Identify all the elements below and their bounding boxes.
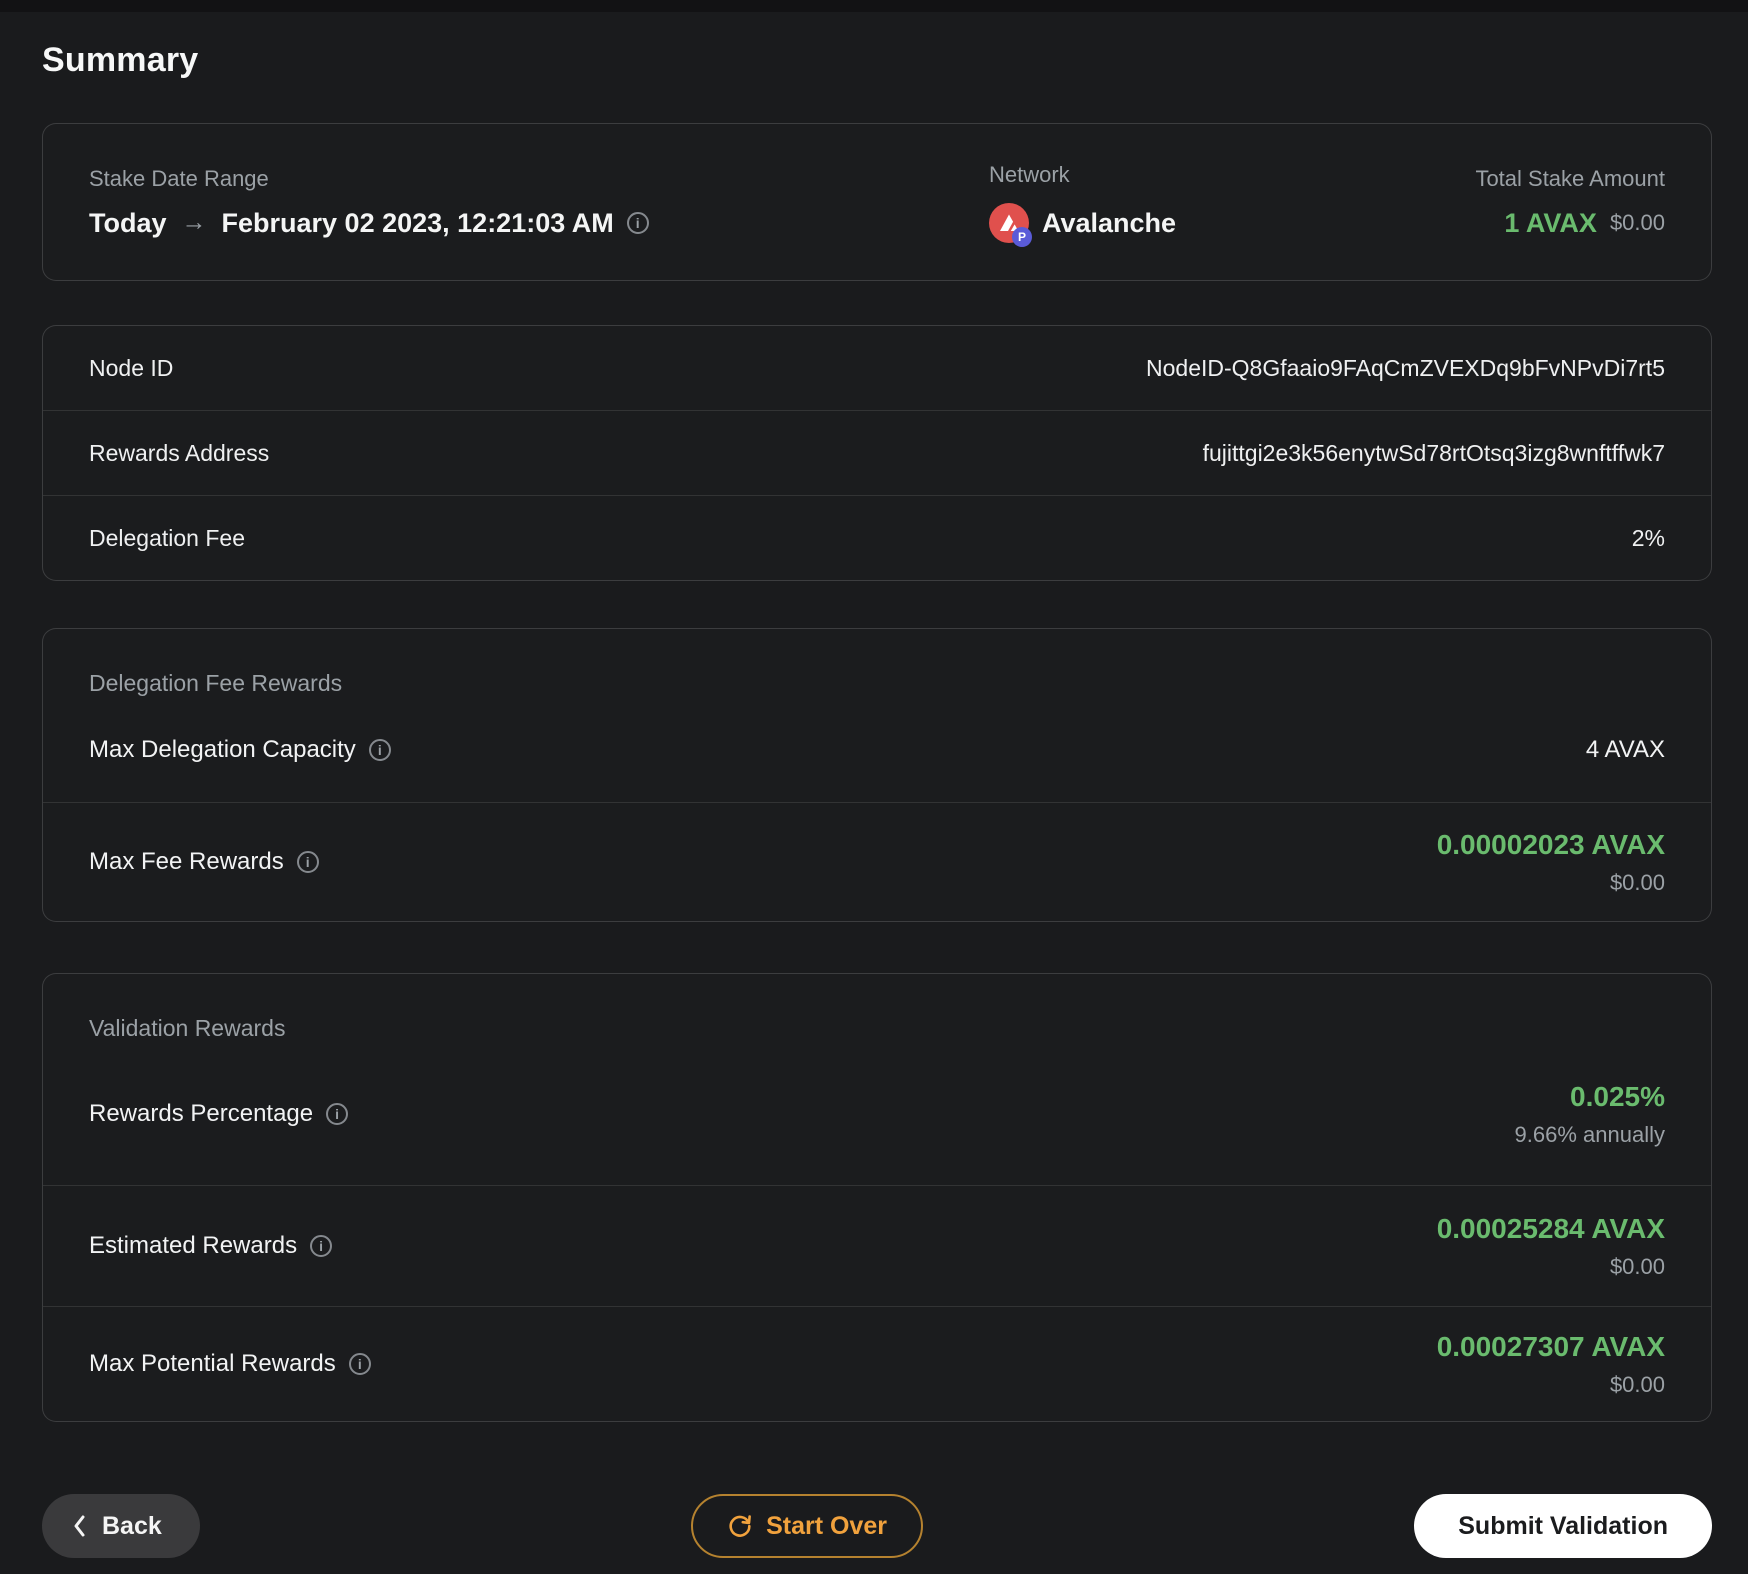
rewards-percentage-label-wrap: Rewards Percentage i [89, 1099, 349, 1128]
start-over-button-label: Start Over [766, 1511, 887, 1540]
max-potential-rewards-label: Max Potential Rewards [89, 1350, 336, 1377]
total-stake-amount: 1 AVAX [1504, 207, 1597, 238]
rewards-percentage-info-icon[interactable]: i [326, 1102, 349, 1125]
total-stake-fiat: $0.00 [1609, 209, 1665, 235]
max-potential-rewards-values: 0.00027307 AVAX $0.00 [1437, 1330, 1665, 1398]
stake-end: February 02 2023, 12:21:03 AM [221, 207, 614, 238]
submit-validation-button[interactable]: Submit Validation [1414, 1494, 1712, 1558]
page-title: Summary [42, 41, 199, 79]
estimated-rewards-row: Estimated Rewards i 0.00025284 AVAX $0.0… [43, 1185, 1711, 1306]
max-delegation-capacity-info-icon[interactable]: i [368, 738, 391, 761]
max-fee-rewards-label-wrap: Max Fee Rewards i [89, 848, 319, 876]
stake-date-range-label: Stake Date Range [89, 165, 269, 191]
back-button-label: Back [102, 1511, 162, 1540]
table-row-delegation-fee: Delegation Fee 2% [43, 495, 1711, 580]
max-delegation-capacity-label-wrap: Max Delegation Capacity i [89, 736, 391, 764]
rewards-address-label: Rewards Address [89, 439, 270, 466]
summary-page: Summary Stake Date Range Today → Februar… [0, 42, 1748, 1558]
network-name: Avalanche [1042, 207, 1177, 238]
rewards-percentage-value: 0.025% [1570, 1080, 1665, 1112]
max-delegation-capacity-row: Max Delegation Capacity i 4 AVAX [43, 697, 1711, 802]
total-stake-value: 1 AVAX $0.00 [1176, 207, 1665, 239]
max-fee-rewards-row: Max Fee Rewards i 0.00002023 AVAX $0.00 [43, 802, 1711, 921]
stake-date-info-icon[interactable]: i [626, 211, 649, 234]
max-fee-rewards-label: Max Fee Rewards [89, 848, 284, 875]
p-chain-badge: P [1012, 226, 1032, 247]
network-label: Network [989, 161, 1070, 187]
max-delegation-capacity-value: 4 AVAX [1585, 735, 1665, 763]
max-potential-rewards-fiat: $0.00 [1609, 1372, 1665, 1397]
rewards-percentage-annual: 9.66% annually [1514, 1121, 1665, 1147]
max-fee-rewards-value: 0.00002023 AVAX [1436, 829, 1665, 860]
delegation-fee-label: Delegation Fee [89, 524, 245, 551]
total-stake-label: Total Stake Amount [1475, 165, 1665, 191]
estimated-rewards-info-icon[interactable]: i [310, 1235, 333, 1257]
footer-actions: Back Start Over Submit Validation [42, 1494, 1712, 1558]
table-row-rewards-address: Rewards Address fujittgi2e3k56enytwSd78r… [43, 410, 1711, 495]
max-potential-rewards-info-icon[interactable]: i [348, 1353, 371, 1375]
rewards-percentage-values: 0.025% 9.66% annually [1515, 1080, 1665, 1148]
rewards-percentage-label: Rewards Percentage [89, 1099, 314, 1127]
estimated-rewards-label: Estimated Rewards [89, 1232, 298, 1259]
overview-card: Stake Date Range Today → February 02 202… [42, 123, 1712, 281]
max-potential-rewards-label-wrap: Max Potential Rewards i [89, 1350, 371, 1378]
stake-date-range-block: Stake Date Range Today → February 02 202… [89, 166, 989, 239]
network-value: P Avalanche [989, 202, 1177, 247]
delegation-fee-rewards-card: Delegation Fee Rewards Max Delegation Ca… [42, 628, 1712, 922]
max-fee-rewards-values: 0.00002023 AVAX $0.00 [1437, 828, 1665, 896]
estimated-rewards-fiat: $0.00 [1609, 1254, 1665, 1279]
delegation-fee-value: 2% [1631, 524, 1665, 551]
submit-validation-button-label: Submit Validation [1458, 1511, 1668, 1540]
validation-rewards-title: Validation Rewards [89, 1015, 286, 1041]
estimated-rewards-values: 0.00025284 AVAX $0.00 [1437, 1212, 1665, 1280]
estimated-rewards-value: 0.00025284 AVAX [1436, 1213, 1665, 1244]
validation-rewards-card: Validation Rewards Rewards Percentage i … [42, 973, 1712, 1422]
max-potential-rewards-value: 0.00027307 AVAX [1436, 1331, 1665, 1362]
stake-start: Today [89, 207, 167, 238]
avalanche-icon: P [989, 202, 1032, 247]
arrow-right-icon: → [181, 208, 207, 236]
rewards-percentage-row: Rewards Percentage i 0.025% 9.66% annual… [43, 1042, 1711, 1185]
max-fee-rewards-info-icon[interactable]: i [296, 851, 319, 873]
node-id-value: NodeID-Q8Gfaaio9FAqCmZVEXDq9bFvNPvDi7rt5 [1146, 354, 1665, 381]
details-card: Node ID NodeID-Q8Gfaaio9FAqCmZVEXDq9bFvN… [42, 325, 1712, 581]
rewards-address-value: fujittgi2e3k56enytwSd78rtOtsq3izg8wnftff… [1202, 439, 1665, 466]
back-button[interactable]: Back [42, 1494, 200, 1558]
total-stake-block: Total Stake Amount 1 AVAX $0.00 [1176, 166, 1665, 239]
node-id-label: Node ID [89, 354, 174, 381]
max-delegation-capacity-label: Max Delegation Capacity [89, 735, 356, 763]
max-potential-rewards-row: Max Potential Rewards i 0.00027307 AVAX … [43, 1306, 1711, 1421]
chevron-left-icon [74, 1515, 85, 1537]
stake-date-range-value: Today → February 02 2023, 12:21:03 AM i [89, 207, 989, 239]
max-fee-rewards-fiat: $0.00 [1609, 870, 1665, 895]
start-over-button[interactable]: Start Over [691, 1494, 923, 1558]
delegation-fee-rewards-title: Delegation Fee Rewards [89, 670, 343, 696]
estimated-rewards-label-wrap: Estimated Rewards i [89, 1232, 333, 1260]
top-edge-strip [0, 0, 1748, 12]
table-row-node-id: Node ID NodeID-Q8Gfaaio9FAqCmZVEXDq9bFvN… [43, 326, 1711, 410]
refresh-icon [729, 1515, 751, 1537]
network-block: Network P Avalanche [989, 161, 1177, 247]
